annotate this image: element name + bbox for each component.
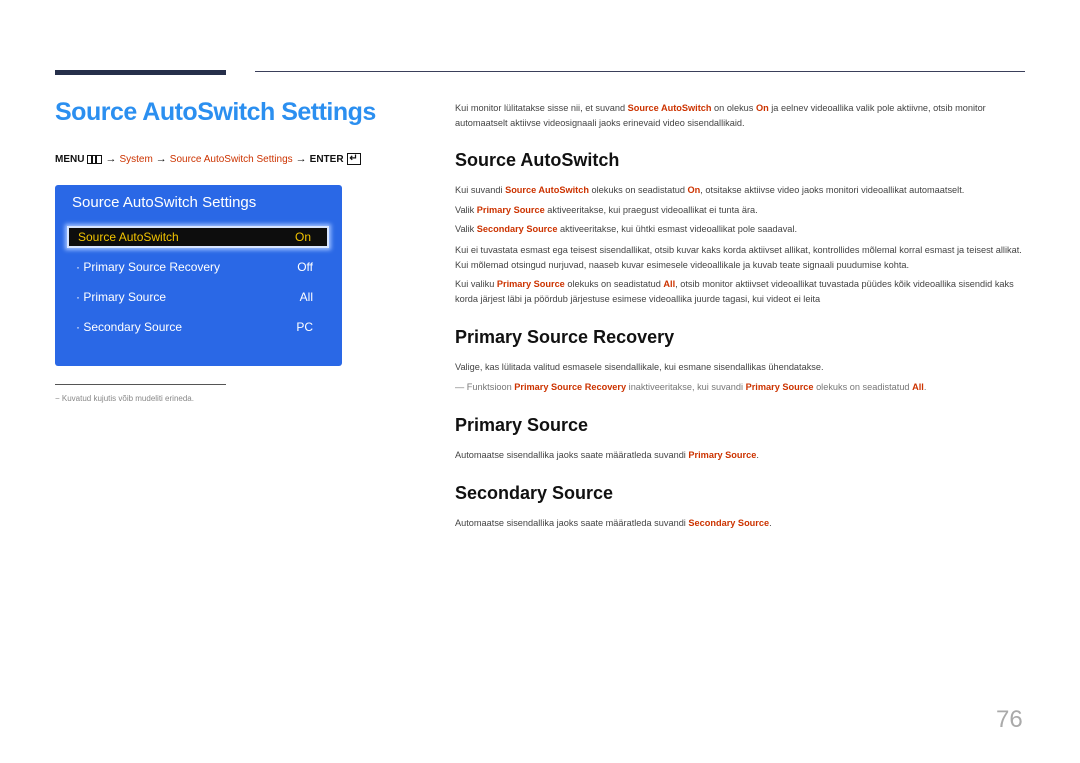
osd-row-label: · Secondary Source [76,320,183,334]
menu-path-system: System [119,153,153,165]
osd-row-value: Off [297,260,313,274]
header-rule-thick [55,70,226,75]
menu-path-item: Source AutoSwitch Settings [169,153,293,165]
paragraph: Kui valiku Primary Source olekuks on sea… [455,279,1014,304]
heading-source-autoswitch: Source AutoSwitch [455,150,620,170]
heading-primary-source-recovery: Primary Source Recovery [455,327,675,347]
arrow-icon: → [155,153,167,165]
paragraph: Kui ei tuvastata esmast ega teisest sise… [455,245,1022,270]
menu-icon [87,154,103,164]
arrow-icon: → [105,153,117,165]
osd-row-value: PC [296,320,313,334]
osd-row-label: Source AutoSwitch [78,230,179,244]
enter-icon: ↵ [346,153,361,165]
osd-row-source-autoswitch[interactable]: Source AutoSwitch On [67,226,329,248]
paragraph: Valik Primary Source aktiveeritakse, kui… [455,205,758,215]
footnote-divider [55,384,226,385]
arrow-icon: → [295,153,307,165]
intro-paragraph: Kui monitor lülitatakse sisse nii, et su… [455,103,986,128]
osd-menu-panel: Source AutoSwitch Settings Source AutoSw… [55,185,342,366]
osd-row-primary-source-recovery[interactable]: · Primary Source Recovery Off [67,256,329,278]
paragraph: Automaatse sisendallika jaoks saate määr… [455,518,772,528]
paragraph: Kui suvandi Source AutoSwitch olekuks on… [455,185,965,195]
footnote: − Kuvatud kujutis võib mudeliti erineda. [55,394,194,403]
page-number: 76 [996,706,1023,733]
osd-row-label: · Primary Source Recovery [76,260,221,274]
heading-primary-source: Primary Source [455,415,589,435]
menu-keyword: MENU [55,153,85,165]
header-rule-thin [255,71,1025,72]
osd-row-secondary-source[interactable]: · Secondary Source PC [67,316,329,338]
paragraph: Automaatse sisendallika jaoks saate määr… [455,450,759,460]
heading-secondary-source: Secondary Source [455,483,614,503]
osd-row-label: · Primary Source [76,290,167,304]
osd-row-value: On [294,230,311,244]
paragraph: Valige, kas lülitada valitud esmasele si… [455,362,824,372]
osd-title: Source AutoSwitch Settings [72,194,257,211]
enter-keyword: ENTER [309,153,344,165]
menu-path: MENU → System → Source AutoSwitch Settin… [55,153,361,165]
osd-row-value: All [299,290,313,304]
note: ― Funktsioon Primary Source Recovery ina… [455,382,927,392]
page-title: Source AutoSwitch Settings [55,98,376,126]
osd-row-primary-source[interactable]: · Primary Source All [67,286,329,308]
paragraph: Valik Secondary Source aktiveeritakse, k… [455,224,797,234]
